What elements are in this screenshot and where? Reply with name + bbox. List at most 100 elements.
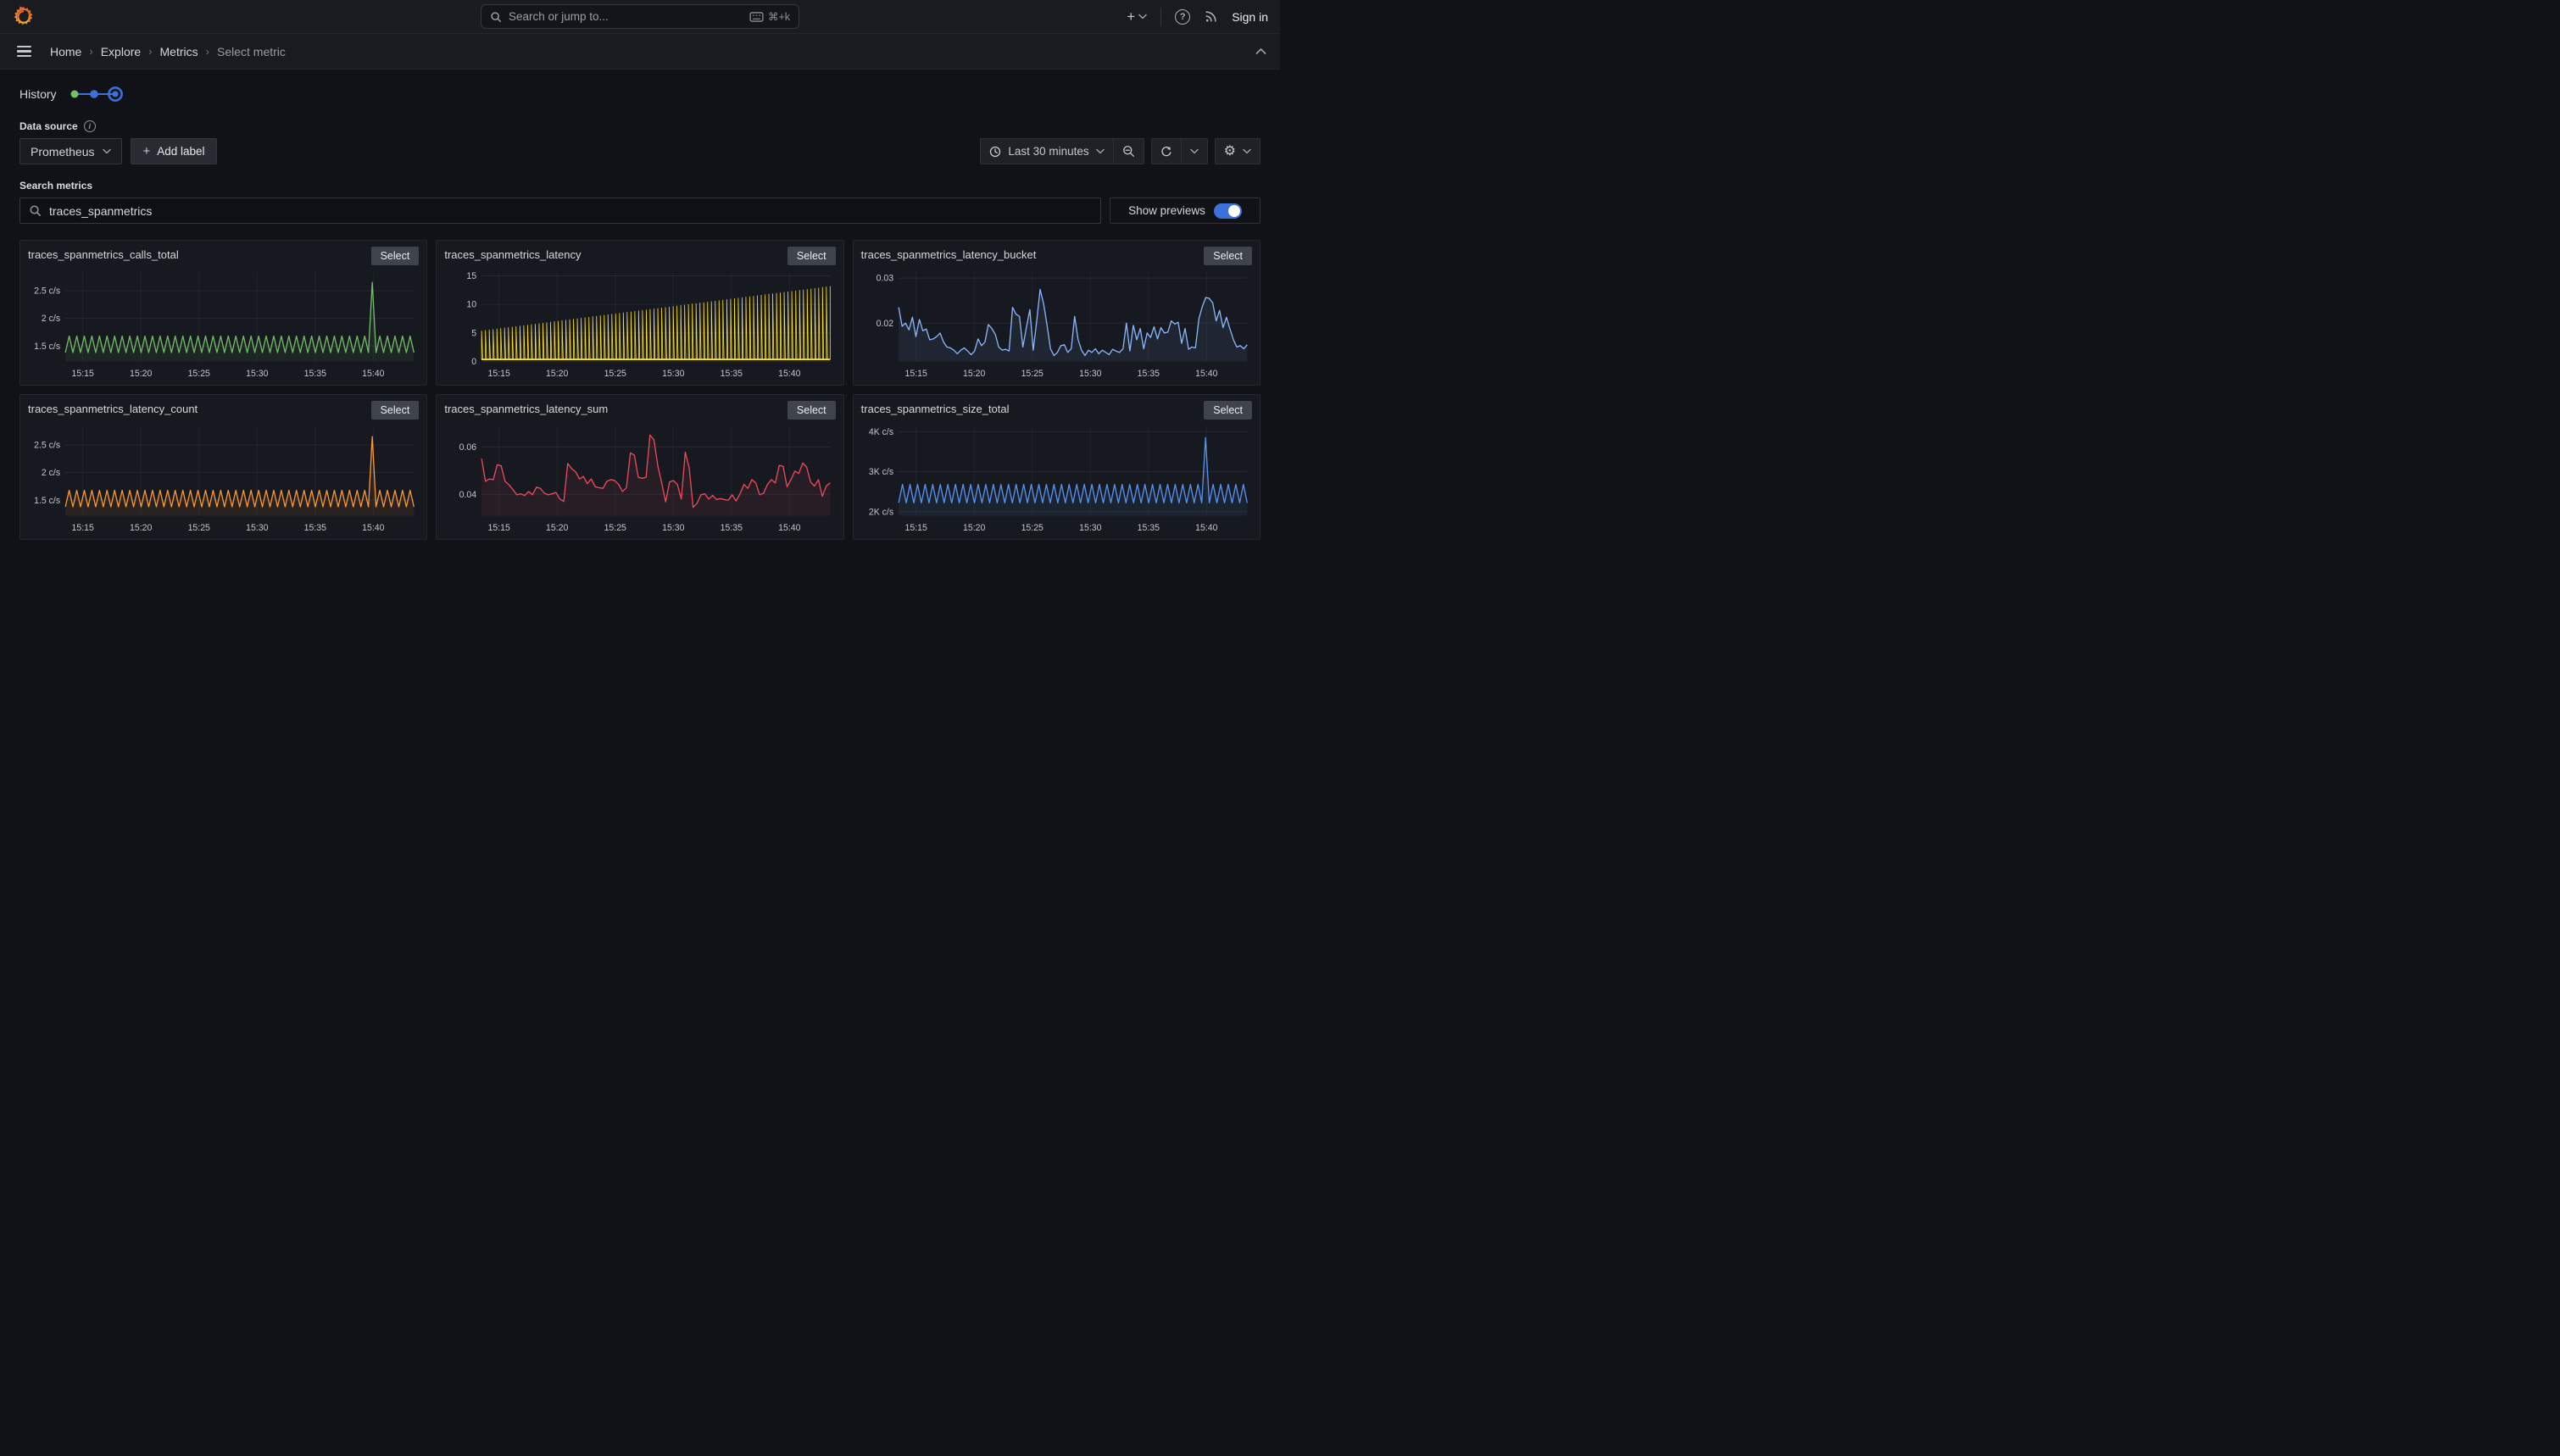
svg-text:5: 5 — [472, 328, 477, 338]
zoom-out-button[interactable] — [1114, 138, 1144, 164]
svg-text:15:25: 15:25 — [1021, 523, 1043, 533]
global-search-placeholder: Search or jump to... — [509, 10, 743, 23]
panel-title: traces_spanmetrics_size_total — [861, 401, 1010, 415]
svg-text:15:25: 15:25 — [188, 369, 210, 379]
show-previews-toggle[interactable] — [1214, 203, 1242, 219]
svg-text:15:35: 15:35 — [721, 523, 743, 533]
breadcrumb-select-metric: Select metric — [217, 45, 286, 58]
svg-text:15:20: 15:20 — [130, 369, 152, 379]
help-button[interactable]: ? — [1175, 9, 1190, 25]
breadcrumb: Home › Explore › Metrics › Select metric — [50, 45, 286, 58]
svg-text:2 c/s: 2 c/s — [42, 314, 60, 324]
news-button[interactable] — [1204, 9, 1218, 24]
svg-text:15:15: 15:15 — [904, 523, 927, 533]
chevron-down-icon — [1096, 148, 1105, 154]
svg-text:15:25: 15:25 — [1021, 369, 1043, 379]
keyboard-shortcut-hint: ⌘+k — [749, 10, 790, 23]
svg-text:0.03: 0.03 — [876, 274, 893, 284]
svg-text:3K c/s: 3K c/s — [869, 467, 893, 477]
search-icon — [490, 11, 502, 23]
search-icon — [29, 204, 42, 217]
metric-panel: traces_spanmetrics_latency_count Select … — [19, 394, 427, 540]
data-source-picker[interactable]: Prometheus — [19, 138, 122, 164]
select-button[interactable]: Select — [787, 401, 836, 420]
grafana-logo[interactable] — [12, 5, 35, 28]
global-search-input[interactable]: Search or jump to... ⌘+k — [481, 4, 799, 29]
history-timeline[interactable] — [68, 85, 129, 103]
refresh-interval-dropdown[interactable] — [1182, 138, 1208, 164]
breadcrumb-metrics[interactable]: Metrics — [160, 45, 198, 58]
chevron-down-icon — [1138, 14, 1147, 19]
panel-title: traces_spanmetrics_latency_sum — [444, 401, 608, 415]
select-button[interactable]: Select — [371, 247, 420, 265]
sign-in-link[interactable]: Sign in — [1232, 10, 1268, 24]
history-step-green-dot[interactable] — [70, 91, 78, 98]
metric-search-box[interactable] — [19, 197, 1101, 224]
svg-text:1.5 c/s: 1.5 c/s — [34, 342, 60, 352]
breadcrumb-explore[interactable]: Explore — [101, 45, 141, 58]
refresh-group — [1151, 138, 1208, 164]
show-previews-control: Show previews — [1110, 197, 1261, 224]
data-source-value: Prometheus — [31, 145, 94, 158]
svg-text:15:15: 15:15 — [904, 369, 927, 379]
metric-preview-chart: 15:1515:2015:2515:3015:3515:401.5 c/s2 c… — [28, 266, 419, 382]
controls-row: Prometheus + Add label Last 30 minutes — [19, 138, 1261, 164]
menu-toggle-button[interactable] — [17, 46, 31, 58]
plus-icon: + — [142, 145, 150, 158]
breadcrumb-separator: › — [206, 45, 209, 58]
info-icon[interactable]: i — [84, 120, 96, 132]
collapse-panel-button[interactable] — [1255, 47, 1266, 55]
select-button[interactable]: Select — [1204, 247, 1252, 265]
select-button[interactable]: Select — [787, 247, 836, 265]
add-label-button[interactable]: + Add label — [131, 138, 216, 164]
refresh-button[interactable] — [1151, 138, 1182, 164]
topbar-divider — [1160, 8, 1161, 26]
metric-search-input[interactable] — [49, 204, 1092, 218]
svg-text:15:15: 15:15 — [488, 369, 510, 379]
svg-text:15:25: 15:25 — [188, 523, 210, 533]
breadcrumb-home[interactable]: Home — [50, 45, 81, 58]
data-source-label: Data source — [19, 120, 78, 132]
select-button[interactable]: Select — [1204, 401, 1252, 420]
svg-text:0.04: 0.04 — [459, 490, 477, 500]
metric-panel-grid: traces_spanmetrics_calls_total Select 15… — [19, 240, 1261, 540]
svg-text:15:30: 15:30 — [662, 369, 684, 379]
panel-title: traces_spanmetrics_latency — [444, 247, 581, 261]
chevron-down-icon — [103, 148, 111, 154]
svg-text:0: 0 — [472, 357, 477, 367]
svg-text:10: 10 — [467, 300, 477, 310]
shortcut-label: ⌘+k — [768, 10, 790, 23]
time-range-label: Last 30 minutes — [1008, 145, 1088, 158]
select-button[interactable]: Select — [371, 401, 420, 420]
svg-text:15: 15 — [467, 271, 477, 281]
svg-text:15:30: 15:30 — [1079, 523, 1101, 533]
time-range-picker[interactable]: Last 30 minutes — [980, 138, 1113, 164]
zoom-out-icon — [1122, 145, 1135, 158]
svg-text:15:30: 15:30 — [246, 523, 268, 533]
metric-preview-chart: 15:1515:2015:2515:3015:3515:400.040.06 — [444, 420, 835, 536]
svg-text:0.02: 0.02 — [876, 319, 893, 329]
metric-panel: traces_spanmetrics_latency Select 15:15 1… — [436, 240, 843, 386]
show-previews-label: Show previews — [1128, 204, 1205, 217]
svg-text:15:35: 15:35 — [1137, 523, 1159, 533]
history-row: History — [19, 85, 1261, 103]
svg-text:15:20: 15:20 — [963, 369, 985, 379]
svg-text:15:25: 15:25 — [604, 523, 626, 533]
metric-preview-chart: 15:1515:2015:2515:3015:3515:40051015 — [444, 266, 835, 382]
new-menu-button[interactable]: + — [1127, 9, 1147, 24]
svg-text:4K c/s: 4K c/s — [869, 427, 893, 437]
svg-text:15:40: 15:40 — [362, 523, 384, 533]
svg-text:15:40: 15:40 — [1195, 523, 1217, 533]
settings-button[interactable]: ⚙ — [1215, 138, 1261, 164]
metric-panel: traces_spanmetrics_latency_bucket Select… — [853, 240, 1261, 386]
svg-text:15:30: 15:30 — [1079, 369, 1101, 379]
top-nav-bar: Search or jump to... ⌘+k + ? — [0, 0, 1280, 34]
history-step-blue-dot[interactable] — [90, 90, 98, 98]
svg-text:15:30: 15:30 — [662, 523, 684, 533]
chevron-down-icon — [1243, 148, 1251, 154]
search-metrics-label: Search metrics — [19, 180, 1261, 192]
svg-text:15:40: 15:40 — [778, 523, 800, 533]
add-label-text: Add label — [157, 145, 204, 158]
history-step-current-dot — [112, 91, 118, 97]
svg-text:15:40: 15:40 — [362, 369, 384, 379]
